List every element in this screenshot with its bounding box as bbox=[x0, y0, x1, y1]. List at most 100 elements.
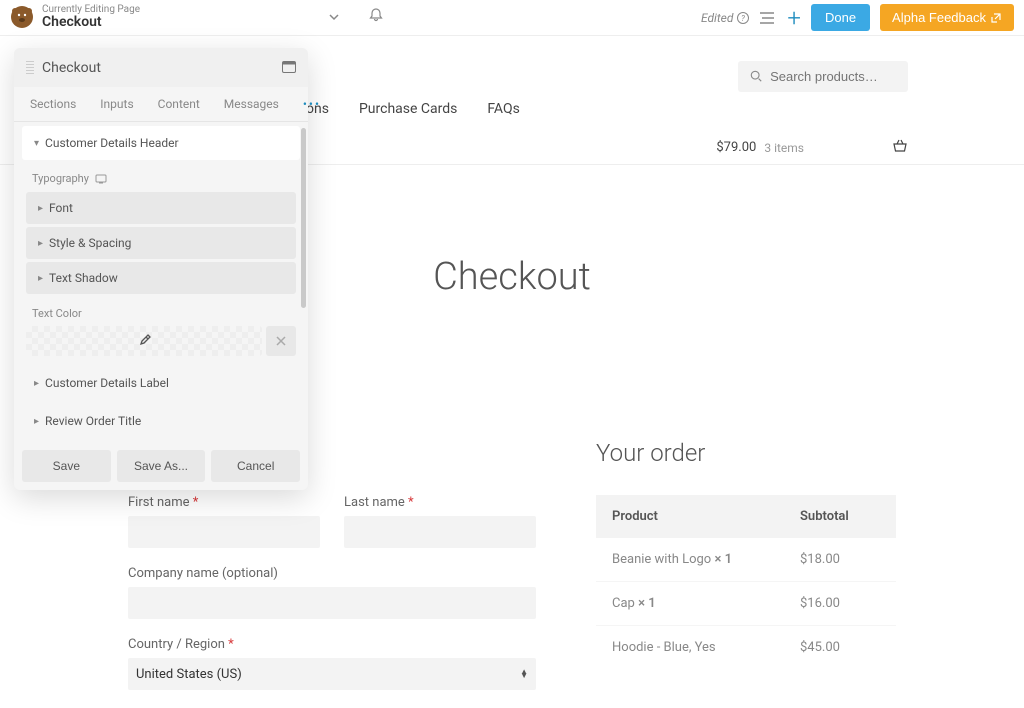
company-input[interactable] bbox=[128, 587, 536, 619]
order-table-header: Product Subtotal bbox=[596, 495, 896, 538]
order-column: Your order Product Subtotal Beanie with … bbox=[596, 439, 896, 708]
drag-handle-icon[interactable] bbox=[26, 61, 34, 75]
row-label: Style & Spacing bbox=[49, 236, 131, 250]
row-label: Font bbox=[49, 201, 73, 215]
scrollbar[interactable] bbox=[301, 128, 306, 308]
required-mark: * bbox=[408, 495, 414, 510]
order-product: Cap × 1 bbox=[612, 596, 800, 611]
settings-panel: Checkout Sections Inputs Content Message… bbox=[14, 48, 308, 490]
panel-footer: Save Save As... Cancel bbox=[14, 442, 308, 490]
order-row: Beanie with Logo × 1 $18.00 bbox=[596, 538, 896, 582]
panel-header[interactable]: Checkout bbox=[14, 48, 308, 87]
chevron-right-icon: ▸ bbox=[38, 273, 43, 284]
bell-icon[interactable] bbox=[368, 7, 384, 27]
chevron-right-icon: ▸ bbox=[34, 416, 39, 427]
basket-icon[interactable] bbox=[892, 138, 908, 158]
outline-icon[interactable] bbox=[759, 9, 777, 27]
chevron-down-icon: ▾ bbox=[34, 138, 39, 149]
chevron-right-icon: ▸ bbox=[38, 203, 43, 214]
feedback-button[interactable]: Alpha Feedback bbox=[880, 4, 1014, 31]
panel-title: Checkout bbox=[42, 60, 282, 76]
search-box[interactable] bbox=[738, 61, 908, 92]
save-as-button[interactable]: Save As... bbox=[117, 450, 206, 482]
topbar-left: Currently Editing Page Checkout bbox=[10, 4, 384, 30]
required-mark: * bbox=[228, 637, 234, 652]
company-label: Company name (optional) bbox=[128, 566, 536, 581]
tab-sections[interactable]: Sections bbox=[18, 87, 88, 121]
form-row: First name * Last name * bbox=[128, 495, 536, 548]
store-nav: ons Purchase Cards FAQs bbox=[306, 101, 520, 117]
help-icon[interactable]: ? bbox=[737, 12, 749, 24]
header-right: $79.00 3 items bbox=[716, 61, 908, 158]
close-icon bbox=[276, 336, 286, 346]
cancel-button[interactable]: Cancel bbox=[211, 450, 300, 482]
add-button[interactable]: + bbox=[787, 6, 801, 30]
last-name-label: Last name * bbox=[344, 495, 536, 510]
form-row: Country / Region * United States (US) ▲▼ bbox=[128, 637, 536, 690]
last-name-input[interactable] bbox=[344, 516, 536, 548]
nav-item[interactable]: Purchase Cards bbox=[359, 101, 457, 117]
tab-messages[interactable]: Messages bbox=[212, 87, 291, 121]
panel-tabs: Sections Inputs Content Messages ••• bbox=[14, 87, 308, 122]
nav-item[interactable]: FAQs bbox=[487, 101, 520, 117]
country-group: Country / Region * United States (US) ▲▼ bbox=[128, 637, 536, 690]
cart-price: $79.00 bbox=[716, 140, 756, 155]
row-font[interactable]: ▸ Font bbox=[26, 192, 296, 224]
row-style-spacing[interactable]: ▸ Style & Spacing bbox=[26, 227, 296, 259]
section-label: Review Order Title bbox=[45, 414, 141, 428]
edited-indicator: Edited ? bbox=[701, 11, 749, 25]
eyedropper-icon bbox=[137, 334, 151, 348]
chevron-down-icon[interactable] bbox=[328, 8, 340, 27]
country-value: United States (US) bbox=[136, 667, 242, 682]
section-review-order-title[interactable]: ▸ Review Order Title bbox=[22, 404, 300, 438]
section-label: Customer Details Header bbox=[45, 136, 179, 150]
editing-title: Checkout bbox=[42, 15, 140, 30]
done-button[interactable]: Done bbox=[811, 4, 870, 31]
tab-more[interactable]: ••• bbox=[291, 87, 335, 121]
text-color-label: Text Color bbox=[18, 297, 304, 326]
company-group: Company name (optional) bbox=[128, 566, 536, 619]
window-icon[interactable] bbox=[282, 58, 296, 77]
select-arrows-icon: ▲▼ bbox=[520, 670, 528, 678]
topbar-right: Edited ? + Done Alpha Feedback bbox=[701, 4, 1014, 31]
country-select[interactable]: United States (US) ▲▼ bbox=[128, 658, 536, 690]
svg-text:?: ? bbox=[742, 14, 746, 23]
subtotal-header: Subtotal bbox=[800, 509, 880, 524]
save-button[interactable]: Save bbox=[22, 450, 111, 482]
order-price: $45.00 bbox=[800, 640, 880, 655]
tab-content[interactable]: Content bbox=[146, 87, 212, 121]
device-icon[interactable] bbox=[95, 174, 107, 184]
first-name-group: First name * bbox=[128, 495, 320, 548]
form-row: Company name (optional) bbox=[128, 566, 536, 619]
typography-label: Typography bbox=[18, 164, 304, 189]
row-text-shadow[interactable]: ▸ Text Shadow bbox=[26, 262, 296, 294]
topbar: Currently Editing Page Checkout Edited ?… bbox=[0, 0, 1024, 36]
feedback-label: Alpha Feedback bbox=[892, 10, 986, 25]
panel-body: ▾ Customer Details Header Typography ▸ F… bbox=[14, 126, 308, 438]
cart-items: 3 items bbox=[764, 141, 804, 155]
section-customer-details-header[interactable]: ▾ Customer Details Header bbox=[22, 126, 300, 160]
product-header: Product bbox=[612, 509, 800, 524]
first-name-label: First name * bbox=[128, 495, 320, 510]
last-name-group: Last name * bbox=[344, 495, 536, 548]
order-product: Beanie with Logo × 1 bbox=[612, 552, 800, 567]
order-row: Cap × 1 $16.00 bbox=[596, 582, 896, 626]
order-price: $18.00 bbox=[800, 552, 880, 567]
edited-label: Edited bbox=[701, 11, 733, 25]
country-label: Country / Region * bbox=[128, 637, 536, 652]
color-picker[interactable] bbox=[26, 326, 262, 356]
color-row bbox=[26, 326, 296, 356]
chevron-right-icon: ▸ bbox=[34, 378, 39, 389]
section-customer-details-label[interactable]: ▸ Customer Details Label bbox=[22, 366, 300, 400]
tab-inputs[interactable]: Inputs bbox=[88, 87, 145, 121]
clear-color-button[interactable] bbox=[266, 326, 296, 356]
order-product: Hoodie - Blue, Yes bbox=[612, 640, 800, 655]
order-heading: Your order bbox=[596, 439, 896, 467]
order-price: $16.00 bbox=[800, 596, 880, 611]
editing-block: Currently Editing Page Checkout bbox=[42, 4, 140, 30]
search-input[interactable] bbox=[770, 69, 896, 84]
required-mark: * bbox=[193, 495, 199, 510]
first-name-input[interactable] bbox=[128, 516, 320, 548]
cart-summary[interactable]: $79.00 3 items bbox=[716, 138, 908, 158]
row-label: Text Shadow bbox=[49, 271, 118, 285]
